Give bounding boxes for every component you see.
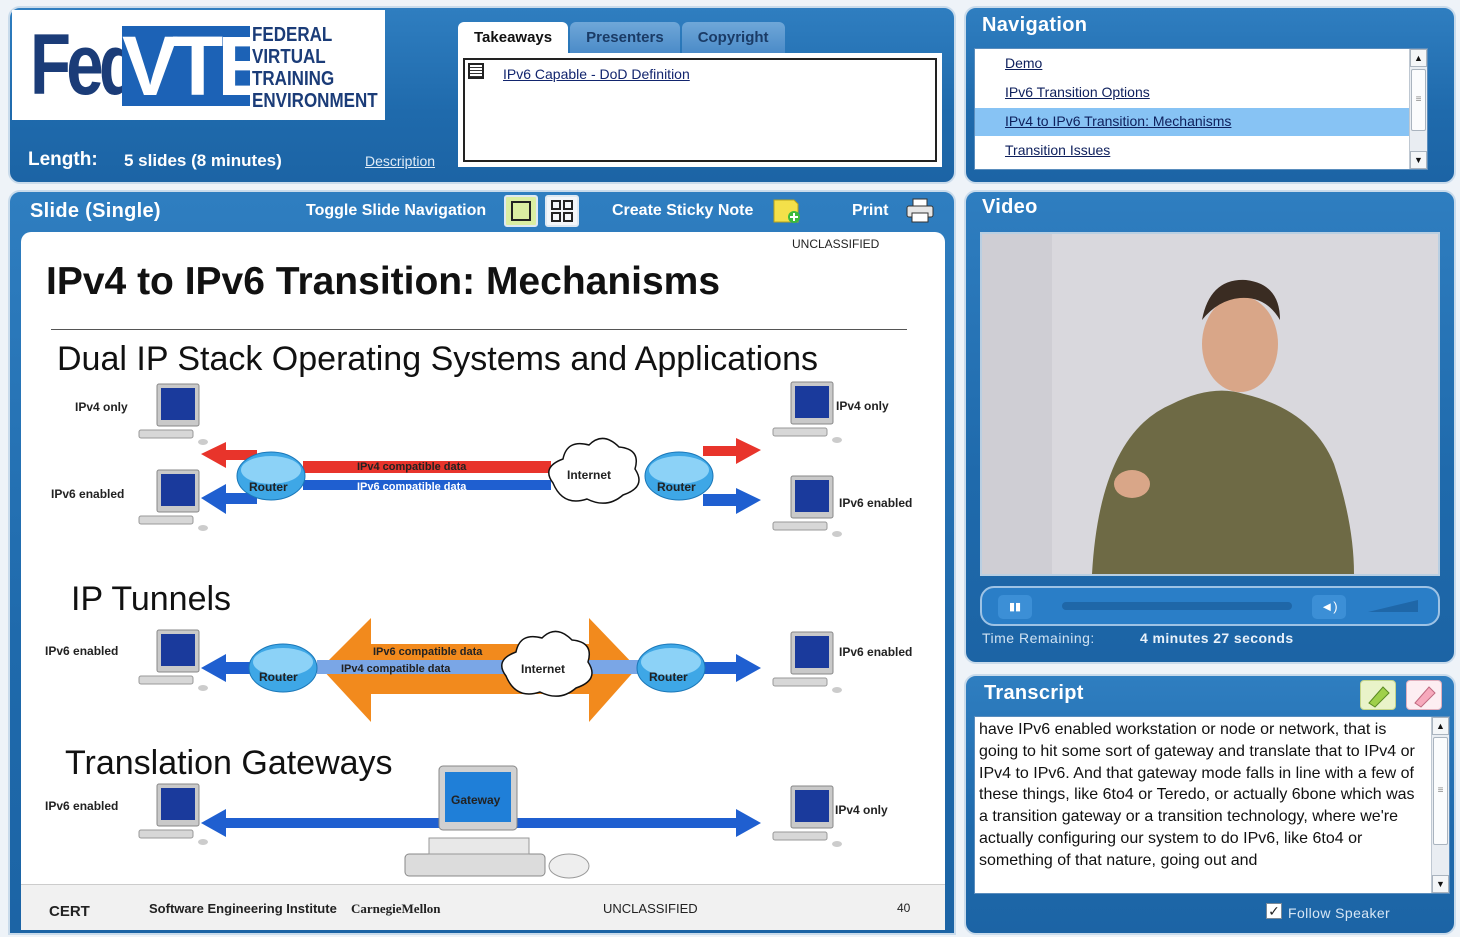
logo-vte-text: VTE — [122, 26, 250, 106]
tab-copyright[interactable]: Copyright — [681, 22, 785, 53]
nav-item-mechanisms[interactable]: IPv4 to IPv6 Transition: Mechanisms — [975, 108, 1427, 136]
transcript-panel: Transcript have IPv6 enabled workstation… — [964, 674, 1456, 935]
label-gateway: Gateway — [451, 793, 501, 807]
scroll-down-icon[interactable]: ▼ — [1432, 875, 1449, 893]
transcript-title: Transcript — [984, 682, 1084, 704]
cmu-logo: CarnegieMellon — [351, 901, 441, 916]
volume-slider[interactable] — [1368, 598, 1418, 614]
description-link[interactable]: Description — [365, 153, 435, 169]
label-router: Router — [259, 670, 298, 684]
label-ipv6-enabled-right: IPv6 enabled — [839, 645, 913, 659]
cert-logo: CERT — [49, 903, 90, 920]
info-tabs: Takeaways Presenters Copyright — [458, 22, 785, 53]
scroll-down-icon[interactable]: ▼ — [1410, 151, 1427, 169]
print-button[interactable]: Print — [852, 202, 888, 220]
tab-takeaways[interactable]: Takeaways — [458, 22, 569, 53]
label-ipv6-enabled-left: IPv6 enabled — [45, 799, 119, 813]
fedvte-logo: Fed VTE FEDERAL VIRTUAL TRAINING ENVIRON… — [12, 10, 385, 120]
label-internet: Internet — [567, 468, 612, 482]
follow-speaker-label[interactable]: Follow Speaker — [1288, 905, 1390, 921]
nav-scrollbar[interactable]: ▲ ≡ ▼ — [1409, 49, 1427, 169]
navigation-list: Demo IPv6 Transition Options IPv4 to IPv… — [974, 48, 1428, 170]
transcript-text: have IPv6 enabled workstation or node or… — [979, 721, 1415, 869]
video-panel: Video ▮▮ ◄) Time Remaining: 4 minutes 27… — [964, 190, 1456, 664]
slide-footer: CERT Software Engineering Institute Carn… — [21, 884, 945, 930]
time-remaining-value: 4 minutes 27 seconds — [1140, 630, 1294, 646]
slide-canvas: UNCLASSIFIED IPv4 to IPv6 Transition: Me… — [21, 232, 945, 930]
label-ipv4-only-right: IPv4 only — [836, 399, 889, 413]
length-value: 5 slides (8 minutes) — [124, 151, 282, 170]
classification-bottom: UNCLASSIFIED — [603, 901, 698, 916]
scroll-up-icon[interactable]: ▲ — [1432, 717, 1449, 735]
label-ipv4-only-left: IPv4 only — [75, 400, 128, 414]
logo-subtitle: FEDERAL VIRTUAL TRAINING ENVIRONMENT — [252, 24, 378, 112]
takeaways-content: IPv6 Capable - DoD Definition — [458, 53, 942, 167]
label-router: Router — [649, 670, 688, 684]
follow-speaker-checkbox[interactable]: ✓ — [1266, 903, 1282, 919]
transcript-box: have IPv6 enabled workstation or node or… — [974, 716, 1450, 894]
label-ipv6-data: IPv6 compatible data — [357, 481, 467, 493]
nav-item-transition-issues[interactable]: Transition Issues — [975, 137, 1427, 165]
printer-icon[interactable] — [904, 197, 936, 230]
slide-number: 40 — [897, 901, 911, 915]
scroll-thumb[interactable]: ≡ — [1411, 69, 1426, 131]
slide-panel-title: Slide (Single) — [30, 200, 161, 222]
label-internet: Internet — [521, 662, 566, 676]
label-ipv4-data: IPv4 compatible data — [341, 663, 451, 675]
label-router: Router — [657, 480, 696, 494]
eraser-icon[interactable] — [1406, 680, 1442, 710]
volume-icon[interactable]: ◄) — [1312, 595, 1346, 619]
navigation-title: Navigation — [982, 14, 1088, 36]
sticky-note-icon[interactable] — [772, 198, 802, 229]
header-panel: Fed VTE FEDERAL VIRTUAL TRAINING ENVIRON… — [8, 6, 956, 184]
highlighter-icon[interactable] — [1360, 680, 1396, 710]
tab-presenters[interactable]: Presenters — [570, 22, 680, 53]
navigation-panel: Navigation Demo IPv6 Transition Options … — [964, 6, 1456, 184]
video-player[interactable] — [980, 232, 1440, 576]
takeaway-link[interactable]: IPv6 Capable - DoD Definition — [503, 66, 690, 82]
label-ipv6-enabled-left: IPv6 enabled — [51, 487, 125, 501]
document-icon — [468, 63, 484, 79]
progress-bar[interactable] — [1062, 602, 1292, 610]
time-remaining-label: Time Remaining: — [982, 630, 1095, 646]
label-ipv4-only-right: IPv4 only — [835, 803, 888, 817]
network-diagram — [138, 381, 843, 879]
video-title: Video — [982, 196, 1038, 218]
toggle-slide-navigation[interactable]: Toggle Slide Navigation — [306, 202, 486, 220]
scroll-thumb[interactable]: ≡ — [1433, 737, 1448, 845]
nav-item-demo[interactable]: Demo — [975, 50, 1427, 78]
grid-view-icon[interactable] — [545, 195, 579, 227]
scroll-up-icon[interactable]: ▲ — [1410, 49, 1427, 67]
nav-item-transition-options[interactable]: IPv6 Transition Options — [975, 79, 1427, 107]
pause-icon[interactable]: ▮▮ — [998, 595, 1032, 619]
single-view-icon[interactable] — [504, 195, 538, 227]
sei-logo: Software Engineering Institute — [149, 901, 337, 916]
logo-fed-text: Fed — [30, 17, 140, 113]
label-ipv6-enabled-right: IPv6 enabled — [839, 496, 913, 510]
transcript-scrollbar[interactable]: ▲ ≡ ▼ — [1431, 717, 1449, 893]
label-ipv6-enabled-left: IPv6 enabled — [45, 644, 119, 658]
label-ipv4-data: IPv4 compatible data — [357, 461, 467, 473]
length-label: Length: — [28, 149, 98, 170]
video-controls: ▮▮ ◄) — [980, 586, 1440, 626]
label-ipv6-data: IPv6 compatible data — [373, 646, 483, 658]
label-router: Router — [249, 480, 288, 494]
create-sticky-note[interactable]: Create Sticky Note — [612, 202, 753, 220]
